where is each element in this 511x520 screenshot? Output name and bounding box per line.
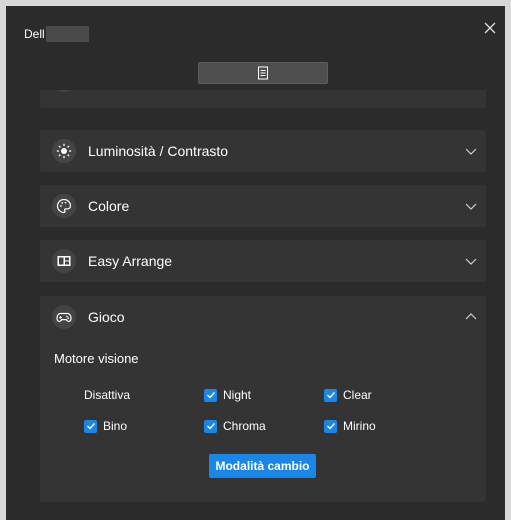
- app-title: Dell: [24, 27, 45, 41]
- switch-mode-button[interactable]: Modalità cambio: [209, 454, 316, 478]
- settings-list[interactable]: Luminosità / Contrasto Colore Easy Arran…: [6, 90, 505, 520]
- chevron-up-icon[interactable]: [464, 310, 478, 324]
- app-window: Dell Luminosità / Contrasto Colore Easy …: [6, 6, 505, 520]
- panel-color[interactable]: Colore: [40, 185, 486, 227]
- chevron-down-icon[interactable]: [464, 144, 478, 158]
- option-mirino[interactable]: Mirino: [324, 419, 376, 433]
- gamepad-icon: [52, 305, 76, 329]
- option-clear[interactable]: Clear: [324, 388, 372, 402]
- option-label: Clear: [343, 388, 372, 402]
- checkbox-checked-icon[interactable]: [324, 388, 337, 402]
- close-icon[interactable]: [482, 20, 498, 36]
- panel-title: Easy Arrange: [88, 253, 173, 269]
- brightness-icon: [52, 139, 76, 163]
- panel-easy-arrange[interactable]: Easy Arrange: [40, 240, 486, 282]
- menu-toggle-button[interactable]: [198, 62, 328, 84]
- panel-previous[interactable]: [40, 90, 486, 108]
- panel-title: Luminosità / Contrasto: [88, 143, 229, 159]
- checkbox-checked-icon[interactable]: [204, 419, 217, 433]
- panel-game[interactable]: Gioco Motore visione Disattiva Night Cle…: [40, 296, 486, 502]
- panel-brightness-contrast[interactable]: Luminosità / Contrasto: [40, 130, 486, 172]
- vision-engine-title: Motore visione: [54, 351, 139, 366]
- panel-header[interactable]: Gioco: [40, 296, 486, 338]
- easy-arrange-icon: [52, 249, 76, 273]
- panel-header[interactable]: Luminosità / Contrasto: [40, 130, 486, 172]
- option-label: Disattiva: [84, 388, 131, 402]
- option-chroma[interactable]: Chroma: [204, 419, 266, 433]
- chevron-down-icon[interactable]: [464, 199, 478, 213]
- option-night[interactable]: Night: [204, 388, 251, 402]
- redacted-model-name: [46, 26, 89, 42]
- panel-header[interactable]: Easy Arrange: [40, 240, 486, 282]
- checkbox-checked-icon[interactable]: [204, 388, 217, 402]
- option-bino[interactable]: Bino: [84, 419, 127, 433]
- checkbox-checked-icon[interactable]: [84, 419, 97, 433]
- panel-previous-icon: [52, 90, 76, 92]
- option-label: Chroma: [223, 419, 266, 433]
- option-label: Mirino: [343, 419, 376, 433]
- option-disattiva[interactable]: Disattiva: [84, 388, 130, 402]
- document-icon: [258, 66, 268, 80]
- option-label: Night: [223, 388, 252, 402]
- color-palette-icon: [52, 194, 76, 218]
- checkbox-checked-icon[interactable]: [324, 419, 337, 433]
- panel-title: Colore: [88, 198, 130, 214]
- panel-title: Gioco: [88, 309, 125, 325]
- chevron-down-icon[interactable]: [464, 254, 478, 268]
- panel-header[interactable]: Colore: [40, 185, 486, 227]
- title-bar: Dell: [6, 6, 505, 54]
- option-label: Bino: [103, 419, 128, 433]
